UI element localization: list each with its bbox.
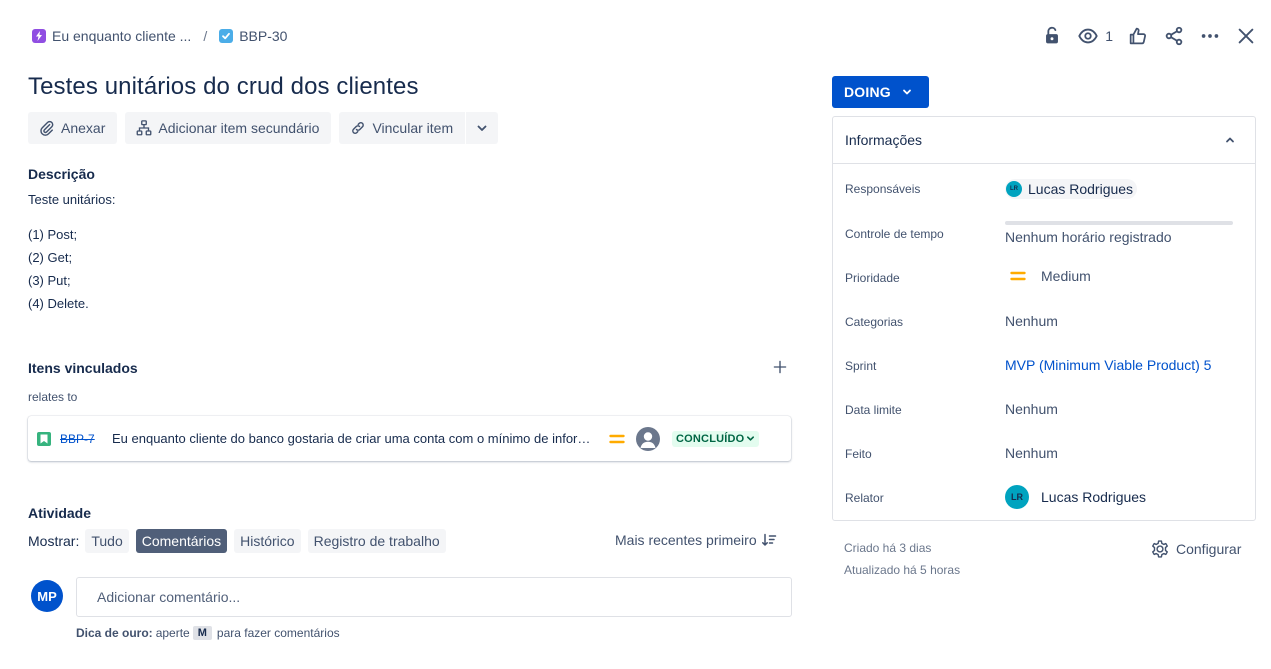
breadcrumb-separator: / [203, 28, 208, 44]
eye-icon [1078, 28, 1098, 44]
comment-input[interactable] [76, 577, 792, 617]
chevron-up-icon [1226, 137, 1234, 143]
issue-title[interactable]: Testes unitários do crud dos clientes [28, 73, 419, 101]
hierarchy-icon [136, 120, 152, 136]
unassigned-avatar-icon[interactable] [636, 426, 660, 451]
priority-label: Prioridade [845, 271, 900, 285]
more-icon[interactable] [1199, 24, 1221, 48]
status-transition-button[interactable]: DOING [832, 76, 929, 108]
issue-toolbar: Anexar Adicionar item secundário Vincula… [28, 112, 506, 144]
sprint-link[interactable]: MVP (Minimum Viable Product) 5 [1005, 357, 1211, 373]
link-item-button[interactable]: Vincular item [339, 112, 466, 144]
add-child-item-button[interactable]: Adicionar item secundário [125, 112, 332, 144]
epic-icon [32, 29, 46, 43]
assignee-avatar: LR [1006, 181, 1022, 197]
breadcrumb-epic-link[interactable]: Eu enquanto cliente ... [52, 28, 191, 44]
attach-button[interactable]: Anexar [28, 112, 118, 144]
sprint-label: Sprint [845, 359, 877, 373]
details-panel-header[interactable]: Informações [833, 117, 1255, 164]
filter-history[interactable]: Histórico [234, 529, 301, 553]
time-tracking-value[interactable]: Nenhum horário registrado [1005, 229, 1172, 245]
breadcrumb-issue-key[interactable]: BBP-30 [239, 28, 287, 44]
chevron-down-icon [747, 436, 755, 441]
priority-medium-icon [608, 430, 626, 448]
breadcrumb: Eu enquanto cliente ... / BBP-30 [32, 27, 287, 45]
reporter-field[interactable]: LR Lucas Rodrigues [1005, 485, 1146, 509]
reporter-avatar: LR [1005, 485, 1029, 509]
current-user-avatar: MP [31, 580, 63, 612]
paperclip-icon [40, 120, 54, 136]
thumbs-up-icon[interactable] [1127, 24, 1149, 48]
due-date-label: Data limite [845, 403, 902, 417]
time-tracking-bar[interactable] [1005, 221, 1233, 225]
link-relation-label: relates to [28, 390, 78, 404]
due-date-field[interactable]: Nenhum [1005, 401, 1058, 417]
close-icon[interactable] [1235, 24, 1257, 48]
priority-field[interactable]: Medium [1005, 267, 1091, 285]
lock-icon[interactable] [1041, 24, 1063, 48]
activity-heading: Atividade [28, 505, 92, 521]
reporter-label: Relator [845, 491, 884, 505]
configure-button[interactable]: Configurar [1150, 539, 1241, 559]
linked-issue-key[interactable]: BBP-7 [60, 432, 102, 446]
activity-filter-bar: Mostrar: Tudo Comentários Histórico Regi… [28, 529, 453, 553]
done-label: Feito [845, 447, 872, 461]
assignee-label: Responsáveis [845, 182, 921, 196]
watch-button[interactable]: 1 [1077, 24, 1113, 48]
chevron-down-icon [477, 125, 487, 131]
assignee-field[interactable]: LR Lucas Rodrigues [1005, 179, 1138, 199]
description-line: (3) Put; [28, 273, 71, 288]
linked-issue-status[interactable]: CONCLUÍDO [672, 430, 760, 447]
updated-date: Atualizado há 5 horas [844, 563, 961, 577]
labels-label: Categorias [845, 315, 904, 329]
share-icon[interactable] [1163, 24, 1185, 48]
task-icon [219, 29, 234, 43]
sort-order-button[interactable]: Mais recentes primeiro [615, 532, 777, 548]
description-line: (1) Post; [28, 227, 78, 242]
filter-all[interactable]: Tudo [85, 529, 129, 553]
details-panel: Informações Responsáveis LR Lucas Rodrig… [832, 116, 1256, 521]
description-line: (2) Get; [28, 250, 73, 265]
add-linked-item-button[interactable] [770, 357, 790, 377]
time-tracking-label: Controle de tempo [845, 227, 944, 241]
issue-actions-bar: 1 [1027, 24, 1257, 48]
story-icon [37, 431, 51, 446]
description-line: (4) Delete. [28, 296, 89, 311]
show-label: Mostrar: [28, 533, 80, 549]
description-heading: Descrição [28, 166, 95, 182]
priority-medium-icon [1009, 267, 1027, 285]
keyboard-shortcut-key: M [192, 626, 212, 640]
done-field[interactable]: Nenhum [1005, 445, 1058, 461]
link-item-dropdown-button[interactable] [466, 112, 499, 144]
link-icon [352, 122, 365, 134]
plus-icon [773, 360, 787, 374]
linked-issue-card[interactable]: BBP-7 Eu enquanto cliente do banco gosta… [28, 416, 791, 461]
filter-comments[interactable]: Comentários [135, 529, 228, 553]
gear-icon [1152, 540, 1168, 558]
filter-work-log[interactable]: Registro de trabalho [307, 529, 446, 553]
labels-field[interactable]: Nenhum [1005, 313, 1058, 329]
linked-items-heading: Itens vinculados [28, 360, 138, 376]
watch-count: 1 [1105, 28, 1113, 44]
created-date: Criado há 3 dias [844, 541, 932, 555]
comment-tip: Dica de ouro: aperte M para fazer coment… [76, 626, 340, 640]
sort-descending-icon [761, 533, 776, 546]
description-line: Teste unitários: [28, 192, 116, 207]
chevron-down-icon [902, 89, 911, 95]
linked-issue-summary[interactable]: Eu enquanto cliente do banco gostaria de… [112, 431, 600, 446]
